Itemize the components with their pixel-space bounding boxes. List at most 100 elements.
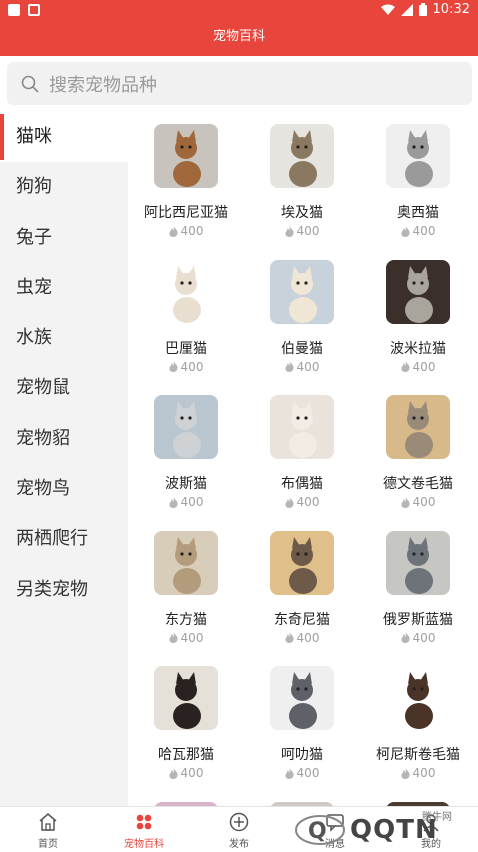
- breed-name: 巴厘猫: [165, 340, 207, 357]
- breed-name: 波米拉猫: [390, 340, 446, 357]
- tab-item[interactable]: 发布: [191, 807, 287, 852]
- sidebar-item[interactable]: 狗狗: [0, 162, 128, 212]
- breed-name: 埃及猫: [281, 205, 323, 221]
- breed-photo: [270, 395, 334, 459]
- breed-card[interactable]: 波米拉猫 400: [360, 248, 476, 383]
- breed-count: 400: [128, 631, 244, 645]
- status-time: 10:32: [432, 2, 470, 17]
- tab-label: 宠物百科: [124, 839, 164, 850]
- breed-count: 400: [360, 766, 476, 780]
- breed-count-value: 400: [180, 495, 204, 509]
- tab-label: 首页: [38, 839, 58, 850]
- flame-icon: [400, 767, 410, 779]
- breed-name: 阿比西尼亚猫: [144, 205, 228, 221]
- sidebar-item[interactable]: 宠物鸟: [0, 464, 128, 514]
- flame-icon: [400, 225, 410, 237]
- watermark-logo-icon: Q: [295, 815, 345, 845]
- breed-name: 德文卷毛猫: [383, 476, 453, 492]
- flame-icon: [284, 225, 294, 237]
- flame-icon: [284, 496, 294, 508]
- breed-count-value: 400: [296, 359, 320, 374]
- breed-card[interactable]: 奥西猫 400: [360, 112, 476, 247]
- flame-icon: [400, 361, 410, 372]
- sidebar-item[interactable]: 宠物貂: [0, 414, 128, 464]
- breed-card[interactable]: 哈瓦那猫 400: [128, 654, 244, 789]
- breed-count-value: 400: [180, 224, 204, 238]
- breed-grid: 阿比西尼亚猫 400 埃及猫 400 奥西猫 400 巴厘猫 400 伯曼猫 400 波米拉猫 400…: [128, 112, 478, 806]
- sidebar-item[interactable]: 猫咪: [0, 112, 128, 163]
- breed-count: 400: [244, 495, 360, 509]
- breed-count: 400: [244, 766, 360, 780]
- flame-icon: [284, 632, 294, 643]
- breed-count: 400: [244, 360, 360, 374]
- breed-count: 400: [128, 766, 244, 780]
- flame-icon: [168, 496, 178, 508]
- breed-card[interactable]: 布偶猫 400: [244, 383, 360, 518]
- breed-name: 波斯猫: [165, 476, 207, 492]
- breed-count: 400: [128, 495, 244, 509]
- breed-name: 奥西猫: [397, 205, 439, 221]
- breed-count: 400: [128, 224, 244, 238]
- breed-name: 柯尼斯卷毛猫: [376, 747, 460, 763]
- breed-count: 400: [360, 224, 476, 238]
- flame-icon: [284, 767, 294, 779]
- breed-card[interactable]: 东方猫 400: [128, 519, 244, 654]
- tab-item[interactable]: 首页: [0, 807, 96, 852]
- breed-name: 伯曼猫: [281, 340, 323, 357]
- search-input[interactable]: 搜索宠物品种: [7, 62, 472, 105]
- breed-card[interactable]: 柯尼斯卷毛猫 400: [360, 654, 476, 789]
- sidebar-item[interactable]: 虫宠: [0, 263, 128, 313]
- sidebar-item[interactable]: 两栖爬行: [0, 514, 128, 564]
- sidebar-item-label: 虫宠: [16, 276, 52, 298]
- breed-photo: [154, 666, 218, 730]
- notification-square-icon: [8, 4, 20, 16]
- breed-card[interactable]: 巴厘猫 400: [128, 248, 244, 383]
- sidebar-item[interactable]: 兔子: [0, 213, 128, 263]
- signal-icon: [400, 3, 413, 16]
- flame-icon: [168, 767, 178, 779]
- breed-count-value: 400: [412, 495, 436, 509]
- breed-card[interactable]: 德文卷毛猫 400: [360, 383, 476, 518]
- breed-count-value: 400: [296, 224, 320, 238]
- sidebar-item-label: 两栖爬行: [16, 528, 88, 550]
- sidebar-item-label: 狗狗: [16, 176, 52, 198]
- breed-name: 俄罗斯蓝猫: [383, 611, 453, 628]
- breed-card[interactable]: 波斯猫 400: [128, 383, 244, 518]
- notification-icons: [8, 4, 40, 16]
- flame-icon: [400, 632, 410, 643]
- sidebar-item[interactable]: 宠物鼠: [0, 363, 128, 413]
- breed-photo: [154, 124, 218, 188]
- search-section: 搜索宠物品种: [0, 56, 478, 112]
- breed-count-value: 400: [180, 766, 204, 780]
- flame-icon: [400, 496, 410, 508]
- breed-card[interactable]: 呵叻猫 400: [244, 654, 360, 789]
- flame-icon: [168, 225, 178, 237]
- breed-count: 400: [244, 224, 360, 238]
- flame-icon: [168, 632, 178, 643]
- sidebar-item-label: 兔子: [16, 226, 52, 248]
- breed-name: 布偶猫: [281, 476, 323, 492]
- battery-icon: [418, 3, 427, 16]
- tab-item[interactable]: 宠物百科: [96, 807, 192, 852]
- sidebar-item[interactable]: 另类宠物: [0, 565, 128, 615]
- search-icon: [21, 75, 39, 92]
- status-bar: 10:32: [0, 0, 478, 22]
- breed-card[interactable]: 俄罗斯蓝猫 400: [360, 519, 476, 654]
- sidebar-item-label: 水族: [16, 327, 52, 349]
- breed-photo: [154, 530, 218, 595]
- sidebar-item-label: 宠物鸟: [16, 478, 70, 500]
- breed-card[interactable]: 伯曼猫 400: [244, 248, 360, 383]
- breed-photo: [154, 395, 218, 459]
- watermark: Q QQTN 腾牛网: [292, 806, 472, 851]
- sidebar-item[interactable]: 水族: [0, 313, 128, 363]
- breed-card[interactable]: 埃及猫 400: [244, 112, 360, 247]
- breed-card[interactable]: 东奇尼猫 400: [244, 519, 360, 654]
- page-title: 宠物百科: [212, 29, 265, 44]
- breed-count-value: 400: [412, 224, 436, 238]
- breed-photo: [386, 530, 450, 595]
- breed-card[interactable]: 阿比西尼亚猫 400: [128, 112, 244, 247]
- breed-photo: [386, 124, 450, 188]
- breed-count: 400: [360, 495, 476, 509]
- category-sidebar: 猫咪狗狗兔子虫宠水族宠物鼠 宠物貂宠物鸟两栖爬行另类宠物: [0, 112, 128, 806]
- breed-count-value: 400: [412, 630, 436, 645]
